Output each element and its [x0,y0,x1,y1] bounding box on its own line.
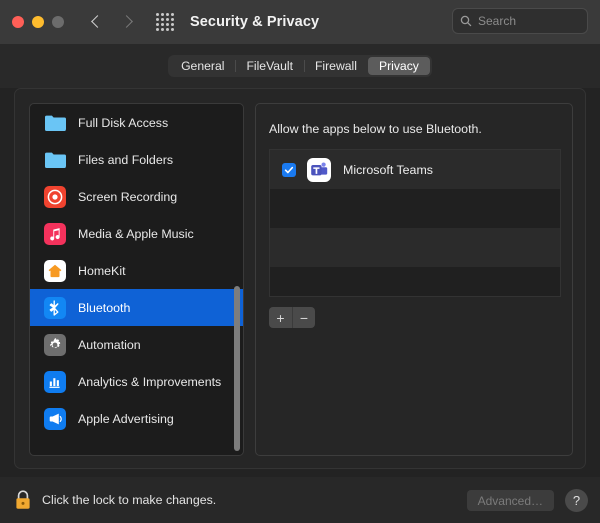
sidebar-item-label: Screen Recording [78,190,177,204]
traffic-lights [12,16,64,28]
app-name: Microsoft Teams [343,163,433,177]
tab-bar: General FileVault Firewall Privacy [0,44,600,88]
privacy-panel: Full Disk Access Files and Folders [14,88,586,469]
sidebar-item-automation[interactable]: Automation [30,326,243,363]
grid-view-icon[interactable] [156,13,174,31]
table-row[interactable] [270,189,560,228]
tab-filevault[interactable]: FileVault [235,57,304,75]
chevron-right-icon [120,15,134,29]
sidebar-item-label: Bluetooth [78,301,130,315]
security-privacy-window: Security & Privacy Search General FileVa… [0,0,600,523]
table-row[interactable] [270,228,560,267]
search-icon [460,15,472,27]
music-note-icon [44,223,66,245]
sidebar-item-apple-advertising[interactable]: Apple Advertising [30,400,243,437]
sidebar-item-media-apple-music[interactable]: Media & Apple Music [30,215,243,252]
screen-recording-icon [44,186,66,208]
sidebar-item-label: Files and Folders [78,153,173,167]
microsoft-teams-icon [307,158,331,182]
search-field[interactable]: Search [452,8,588,34]
gear-icon [44,334,66,356]
zoom-button [52,16,64,28]
sidebar-item-label: Apple Advertising [78,412,174,426]
privacy-category-list[interactable]: Full Disk Access Files and Folders [29,103,244,456]
sidebar-item-label: Media & Apple Music [78,227,194,241]
minimize-button[interactable] [32,16,44,28]
folder-icon [44,112,66,134]
add-remove-controls[interactable]: + − [269,307,315,328]
sidebar-scrollbar[interactable] [234,286,240,451]
help-button[interactable]: ? [565,489,588,512]
tab-general[interactable]: General [170,57,235,75]
remove-app-button[interactable]: − [292,307,315,328]
close-button[interactable] [12,16,24,28]
sidebar-item-homekit[interactable]: HomeKit [30,252,243,289]
sidebar-item-label: Analytics & Improvements [78,375,221,389]
lock-message: Click the lock to make changes. [42,493,216,507]
sidebar-item-label: Full Disk Access [78,116,168,130]
folder-icon [44,149,66,171]
sidebar-item-files-and-folders[interactable]: Files and Folders [30,141,243,178]
page-title: Security & Privacy [190,14,319,30]
sidebar-item-label: Automation [78,338,141,352]
bottom-bar: Click the lock to make changes. Advanced… [0,477,600,523]
sidebar-item-bluetooth[interactable]: Bluetooth [30,289,243,326]
tab-firewall[interactable]: Firewall [304,57,368,75]
advanced-button: Advanced… [467,490,554,511]
table-row[interactable] [270,267,560,297]
sidebar-item-screen-recording[interactable]: Screen Recording [30,178,243,215]
allowed-apps-list[interactable]: Microsoft Teams [269,149,561,297]
tab-privacy[interactable]: Privacy [368,57,430,75]
window-titlebar: Security & Privacy Search [0,0,600,44]
megaphone-icon [44,408,66,430]
app-permissions-panel: Allow the apps below to use Bluetooth. [255,103,573,456]
navigation-buttons [90,15,134,29]
sidebar-item-analytics-improvements[interactable]: Analytics & Improvements [30,363,243,400]
add-app-button[interactable]: + [269,307,292,328]
lock-closed-icon[interactable] [14,489,32,511]
search-placeholder: Search [478,14,516,28]
sidebar-item-label: HomeKit [78,264,126,278]
bar-chart-icon [44,371,66,393]
sidebar-item-full-disk-access[interactable]: Full Disk Access [30,104,243,141]
chevron-left-icon[interactable] [90,15,104,29]
bluetooth-icon [44,297,66,319]
table-row[interactable]: Microsoft Teams [270,150,560,189]
app-checkbox[interactable] [282,163,296,177]
homekit-house-icon [44,260,66,282]
permission-description: Allow the apps below to use Bluetooth. [269,122,482,136]
